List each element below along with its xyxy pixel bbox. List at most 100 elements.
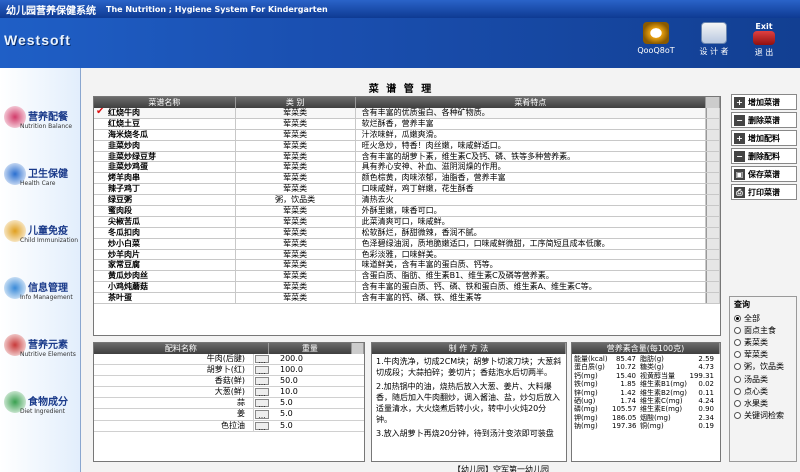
- scrollbar-track[interactable]: [706, 216, 720, 227]
- radio-button[interactable]: [734, 399, 741, 407]
- nutrient-cell: 1.42: [620, 388, 636, 397]
- ingredient-row[interactable]: 大葱(鲜)… 10.0: [94, 387, 364, 399]
- designer-button[interactable]: 设 计 者: [694, 22, 734, 64]
- scrollbar-track[interactable]: [706, 129, 720, 140]
- query-option[interactable]: 水果类: [730, 397, 796, 409]
- radio-button[interactable]: [734, 363, 741, 371]
- radio-button[interactable]: [734, 387, 741, 395]
- ingredient-weight[interactable]: 50.0: [270, 376, 354, 386]
- table-row[interactable]: 小鸡炖蘑菇 荤菜类 含有丰富的蛋白质、钙、磷、铁和蛋白质、维生素A、维生素C等。: [94, 282, 720, 294]
- scrollbar-track[interactable]: [706, 293, 720, 304]
- col-category[interactable]: 类 别: [236, 97, 356, 108]
- col-dish-name[interactable]: 菜谱名称: [94, 97, 236, 108]
- table-row[interactable]: 韭菜炒绿豆芽 荤菜类 含有丰富的胡萝卜素，维生素C及钙、磷、铁等多种营养素。: [94, 151, 720, 163]
- sidebar-item-2[interactable]: 卫生保健 Health Care: [0, 155, 80, 215]
- sidebar-item-3[interactable]: 儿童免疫 Child Immunization: [0, 212, 80, 272]
- scrollbar-track[interactable]: [706, 173, 720, 184]
- scrollbar-track[interactable]: [706, 151, 720, 162]
- scrollbar-track[interactable]: [706, 184, 720, 195]
- scrollbar-track[interactable]: [706, 260, 720, 271]
- scrollbar-track[interactable]: [706, 238, 720, 249]
- nutrient-cell: 2.34: [698, 413, 714, 422]
- table-row[interactable]: 家常豆腐 荤菜类 味道鲜美，含有丰富的蛋白质、钙等。: [94, 260, 720, 272]
- query-option[interactable]: 点心类: [730, 385, 796, 397]
- radio-button[interactable]: [734, 351, 741, 359]
- table-row[interactable]: 蜜肉段 荤菜类 外酥里嫩，味香可口。: [94, 206, 720, 217]
- action-button-6[interactable]: ⎙ 打印菜谱: [731, 184, 797, 200]
- radio-button[interactable]: [734, 338, 741, 346]
- query-option[interactable]: 全部: [730, 312, 796, 324]
- ingredient-pick-button[interactable]: …: [255, 410, 269, 420]
- action-button-5[interactable]: ▣ 保存菜谱: [731, 166, 797, 182]
- ingredient-scroll[interactable]: [352, 343, 364, 354]
- table-row[interactable]: 烤羊肉串 荤菜类 颜色棕黄，肉味浓郁，油脂香，营养丰富: [94, 173, 720, 185]
- action-button-3[interactable]: + 增加配料: [731, 130, 797, 146]
- col-feature[interactable]: 菜肴特点: [356, 97, 707, 108]
- query-option[interactable]: 关键词检索: [730, 410, 796, 422]
- ingredient-pick-button[interactable]: …: [255, 355, 269, 365]
- scrollbar-track[interactable]: [706, 140, 720, 151]
- table-row[interactable]: 炒羊肉片 荤菜类 色彩淡雅，口味鲜美。: [94, 249, 720, 261]
- action-button-1[interactable]: + 增加菜谱: [731, 94, 797, 110]
- exit-button[interactable]: Exit 退 出: [744, 22, 784, 64]
- ingredient-row[interactable]: 姜… 5.0: [94, 409, 364, 421]
- nutrient-cell: 105.57: [612, 405, 637, 414]
- action-button-4[interactable]: − 删除配料: [731, 148, 797, 164]
- radio-button[interactable]: [734, 314, 741, 322]
- table-row[interactable]: 绿豆粥 粥，饮品类 清热去火: [94, 195, 720, 207]
- ingredient-weight[interactable]: 5.0: [270, 409, 354, 419]
- query-option[interactable]: 汤品类: [730, 373, 796, 385]
- table-row[interactable]: 红烧牛肉 ✔ 荤菜类 含有丰富的优质蛋白、各种矿物质。: [94, 108, 720, 119]
- radio-button[interactable]: [734, 375, 741, 383]
- sidebar-item-1[interactable]: 营养配餐 Nutrition Balance: [0, 98, 80, 158]
- query-option[interactable]: 面点主食: [730, 324, 796, 336]
- scrollbar-track[interactable]: [706, 195, 720, 206]
- scrollbar-track[interactable]: [706, 162, 720, 173]
- table-row[interactable]: 韭菜炒鸡蛋 荤菜类 具有养心安神、补血、滋阴润燥的作用。: [94, 162, 720, 174]
- scrollbar-track[interactable]: [706, 206, 720, 216]
- ingredient-pick-button[interactable]: …: [255, 399, 269, 409]
- sidebar-item-5[interactable]: 营养元素 Nutritive Elements: [0, 326, 80, 386]
- ingredient-weight[interactable]: 10.0: [270, 387, 354, 397]
- radio-button[interactable]: [734, 326, 741, 334]
- table-row[interactable]: 冬瓜扣肉 荤菜类 松软酥烂，酥甜微辣，香润不腻。: [94, 227, 720, 239]
- sidebar-item-6[interactable]: 食物成分 Diet Ingredient: [0, 383, 80, 443]
- table-row[interactable]: 尖椒苦瓜 荤菜类 此菜清爽可口，味咸鲜。: [94, 216, 720, 228]
- scrollbar-track[interactable]: [706, 249, 720, 260]
- query-option-label: 点心类: [744, 386, 768, 396]
- method-text[interactable]: 1.牛肉洗净，切成2CM块；胡萝卜切滚刀块；大葱斜切成段；大蒜拍碎；姜切片；香菇…: [372, 354, 566, 444]
- ingredient-pick-button[interactable]: …: [255, 388, 269, 398]
- scrollbar-track[interactable]: [706, 271, 720, 282]
- ingredient-pick-button[interactable]: …: [255, 366, 269, 376]
- ingredient-weight[interactable]: 100.0: [270, 365, 354, 375]
- scroll-up-button[interactable]: [706, 97, 720, 108]
- table-row[interactable]: 炒小白菜 荤菜类 色泽碧绿油润，质地脆嫩适口，口味咸鲜微甜，工序简短且成本低廉。: [94, 238, 720, 250]
- scrollbar-track[interactable]: [706, 282, 720, 293]
- ingredient-row[interactable]: 色拉油… 5.0: [94, 420, 364, 432]
- ingredient-row[interactable]: 牛肉(后腱)… 200.0: [94, 354, 364, 366]
- radio-button[interactable]: [734, 412, 741, 420]
- table-row[interactable]: 韭菜炒肉 荤菜类 旺火急炒，特香！肉丝嫩，味咸鲜适口。: [94, 140, 720, 152]
- query-option[interactable]: 素菜类: [730, 336, 796, 348]
- ingredient-weight[interactable]: 5.0: [270, 421, 354, 431]
- table-row[interactable]: 黄瓜炒肉丝 荤菜类 含蛋白质、脂肪、维生素B1、维生素C及磷等营养素。: [94, 271, 720, 283]
- action-button-2[interactable]: − 删除菜谱: [731, 112, 797, 128]
- ingredient-row[interactable]: 蒜… 5.0: [94, 398, 364, 410]
- ingredient-row[interactable]: 胡萝卜(红)… 100.0: [94, 365, 364, 377]
- help-button[interactable]: QooQ8oT: [636, 22, 676, 64]
- table-row[interactable]: 红烧土豆 荤菜类 软烂酥香，营养丰富: [94, 118, 720, 130]
- ingredient-row[interactable]: 香菇(鲜)… 50.0: [94, 376, 364, 388]
- sidebar-item-4[interactable]: 信息管理 Info Management: [0, 269, 80, 329]
- query-option[interactable]: 荤菜类: [730, 349, 796, 361]
- ingredient-weight[interactable]: 5.0: [270, 398, 354, 408]
- ingredient-pick-button[interactable]: …: [255, 377, 269, 387]
- scrollbar-track[interactable]: [706, 227, 720, 238]
- ingredient-weight[interactable]: 200.0: [270, 354, 354, 364]
- table-row[interactable]: 海米烧冬瓜 荤菜类 汁浓味鲜，瓜嫩爽滑。: [94, 129, 720, 141]
- ingredient-pick-button[interactable]: …: [255, 421, 269, 432]
- scrollbar-track[interactable]: [706, 108, 720, 118]
- table-row[interactable]: 茶叶蛋 荤菜类 含有丰富的钙、磷、铁、维生素等: [94, 293, 720, 305]
- table-row[interactable]: 辣子鸡丁 荤菜类 口味咸鲜，鸡丁鲜嫩，花生酥香: [94, 184, 720, 196]
- query-option[interactable]: 粥，饮品类: [730, 361, 796, 373]
- scrollbar-track[interactable]: [706, 118, 720, 129]
